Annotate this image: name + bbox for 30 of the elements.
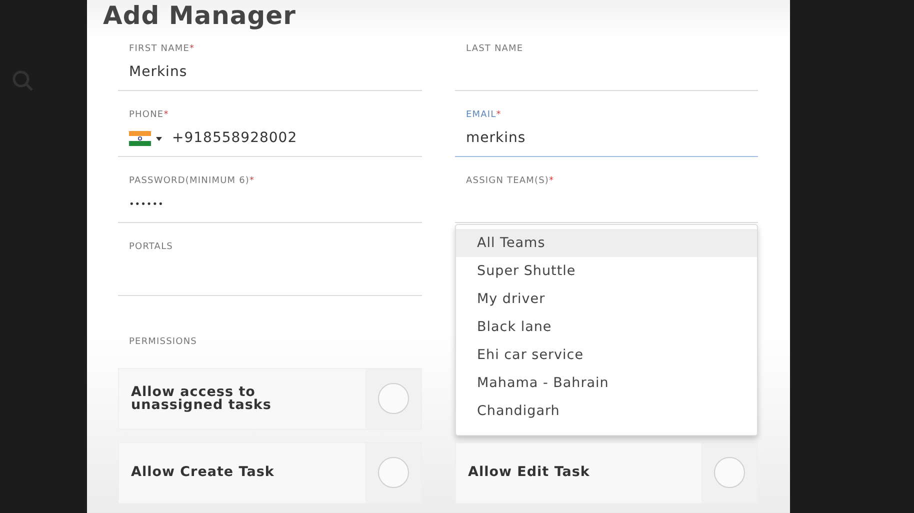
section-label: PERMISSIONS (128, 336, 197, 349)
field-label: PORTALS (129, 241, 174, 254)
dropdown-option[interactable]: My driver (456, 285, 757, 313)
input-field[interactable]: •••••• (129, 194, 422, 214)
phone-input[interactable]: +918558928002 (172, 128, 422, 148)
dropdown-option[interactable]: Mahama - Bahrain (456, 369, 757, 397)
toggle-circle[interactable] (714, 457, 744, 488)
dropdown-option[interactable]: Black lane (456, 313, 757, 341)
country-picker[interactable] (129, 131, 162, 146)
permission-label: Allow Create Task (130, 466, 274, 479)
search-icon (12, 70, 34, 92)
field-label: PHONE* (129, 109, 170, 122)
dropdown-option[interactable]: Super Shuttle (456, 257, 757, 285)
field-label: FIRST NAME* (129, 43, 196, 56)
field-label: LAST NAME (466, 43, 524, 56)
field-label: PASSWORD(MINIMUM 6)* (129, 175, 256, 188)
input-field[interactable]: Merkins (129, 62, 422, 82)
caret-icon (156, 136, 162, 140)
field-label: EMAIL* (466, 109, 502, 122)
dialog-title: Add Manager (103, 0, 296, 32)
permission-label: Allow Edit Task (467, 466, 590, 479)
toggle-circle[interactable] (378, 457, 408, 488)
input-field[interactable]: merkins (466, 128, 758, 148)
toggle-circle[interactable] (378, 383, 408, 414)
flag-icon (129, 131, 151, 146)
dropdown-option[interactable]: Ehi car service (456, 341, 757, 369)
dropdown-option[interactable]: All Teams (456, 229, 757, 257)
permission-label: Allow access to unassigned tasks (130, 386, 272, 412)
field-label: ASSIGN TEAM(S)* (466, 175, 556, 188)
dropdown-option[interactable]: Chandigarh (456, 397, 757, 425)
